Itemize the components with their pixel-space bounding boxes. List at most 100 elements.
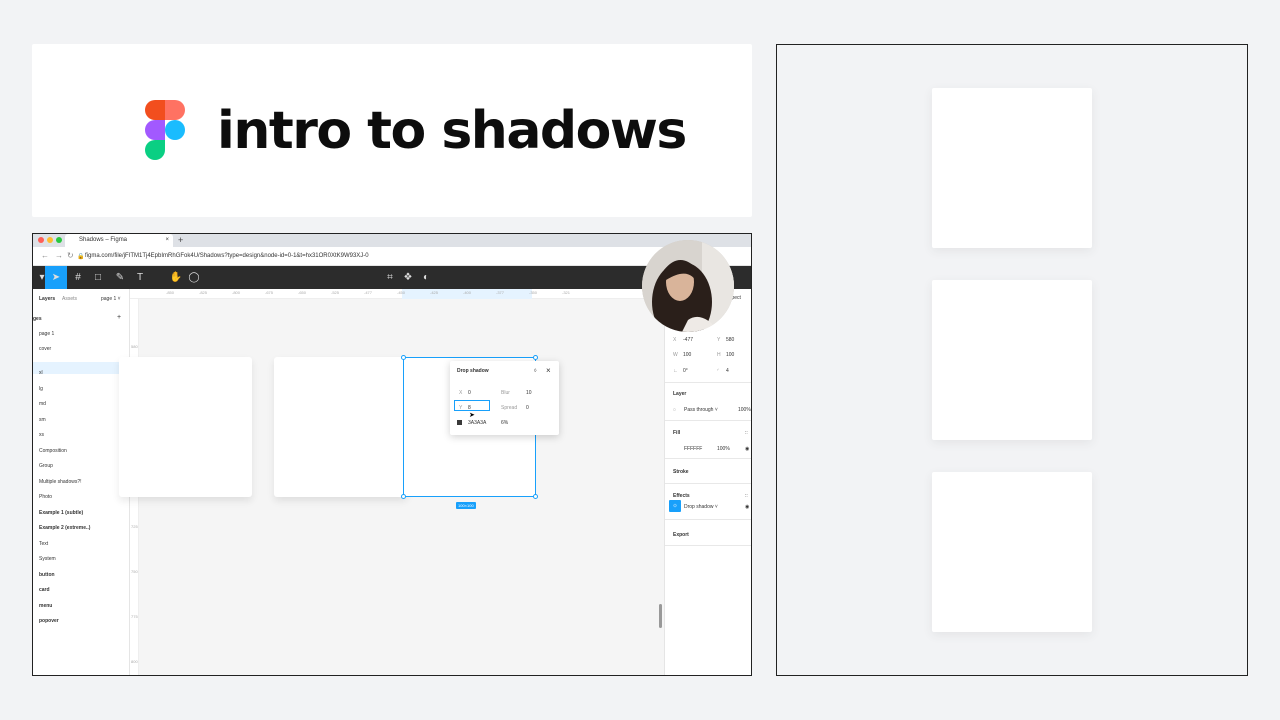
y-value[interactable]: 580 [726,337,734,343]
figma-canvas[interactable]: 100×100 Drop shadow ◊ × X 0 Blur 10 Y 8 … [119,299,664,675]
ruler-tick-label: -400 [463,290,472,295]
close-icon[interactable]: × [546,366,551,375]
layer-item[interactable]: menu [39,603,52,609]
shadow-opacity[interactable]: 6% [501,420,508,426]
layer-item[interactable]: Multiple shadows?! [39,479,82,485]
layer-item[interactable]: System [39,556,56,562]
contrast-icon[interactable]: ◐ [419,271,433,285]
close-window-dot[interactable] [38,237,44,243]
tab-layers[interactable]: Layers [39,296,55,302]
effects-header: Effects [673,493,690,499]
selected-layer-highlight [33,362,130,374]
shadow-color-hex[interactable]: 3A3A3A [468,420,486,426]
shadow-color-swatch[interactable] [457,420,462,425]
layer-item[interactable]: Photo [39,494,52,500]
text-tool-icon[interactable]: T [133,271,147,285]
ruler-tick-label: -477 [364,290,373,295]
resize-handle[interactable] [533,355,538,360]
fill-header: Fill [673,430,681,436]
webcam-overlay [642,240,734,332]
shadow-frame[interactable] [119,357,252,497]
tab-close-icon[interactable]: × [165,237,169,243]
blur-input[interactable]: 10 [526,390,532,396]
resize-handle[interactable] [533,494,538,499]
layer-item[interactable]: Composition [39,448,67,454]
canvas-scrollbar[interactable] [659,604,662,628]
layer-item[interactable]: lg [39,386,43,392]
ruler-tick-label: 580 [131,344,138,349]
popup-style-icon[interactable]: ◊ [534,368,536,374]
ruler-tick-label: 750 [131,569,138,574]
rotation-icon: ∟ [673,368,678,374]
pages-header: ges [33,316,42,322]
ruler-tick-label: -675 [265,290,274,295]
shape-tool-icon[interactable]: □ [91,271,105,285]
minimize-window-dot[interactable] [47,237,53,243]
fill-hex[interactable]: FFFFFF [684,446,702,452]
effect-visibility-icon[interactable]: ◉ [745,504,749,510]
hand-tool-icon[interactable]: ✋ [169,271,183,285]
tab-assets[interactable]: Assets [62,296,77,302]
effect-type-select[interactable]: Drop shadow ˅ [684,504,718,510]
h-value[interactable]: 100 [726,352,734,358]
ruler-tick-label: 775 [131,614,138,619]
forward-arrow-icon[interactable]: → [55,251,63,260]
back-arrow-icon[interactable]: ← [41,251,49,260]
frame-tool-icon[interactable]: # [71,271,85,285]
add-page-button[interactable]: + [117,314,121,321]
reload-icon[interactable]: ↻ [67,251,74,260]
page-title: intro to shadows [217,101,687,161]
page-item[interactable]: page 1 [39,331,54,337]
component-icon[interactable]: ❖ [401,271,415,285]
maximize-window-dot[interactable] [56,237,62,243]
properties-panel: spect X -477 Y 580 W 100 H 100 ∟ 0° ◜ 4 … [664,289,751,675]
layer-item[interactable]: Example 2 (extreme..) [39,525,90,531]
layer-item[interactable]: sm [39,417,46,423]
resize-handle[interactable] [401,494,406,499]
pen-tool-icon[interactable]: ✎ [113,271,127,285]
move-tool-icon[interactable]: ➤ [45,266,67,289]
new-tab-button[interactable]: + [178,235,183,245]
layer-item[interactable]: Example 1 (subtle) [39,510,83,516]
crop-icon[interactable]: ⌗ [383,271,397,285]
layer-header: Layer [673,391,687,397]
w-value[interactable]: 100 [683,352,691,358]
effect-settings-icon[interactable]: ☼ [669,500,681,512]
y-label: Y [459,405,463,411]
layer-item[interactable]: Text [39,541,48,547]
layer-opacity[interactable]: 100% [738,407,751,413]
fill-opacity[interactable]: 100% [717,446,730,452]
x-input[interactable]: 0 [468,390,471,396]
corner-radius-value[interactable]: 4 [726,368,729,374]
spread-input[interactable]: 0 [526,405,529,411]
layer-item[interactable]: popover [39,618,59,624]
ruler-tick-label: -825 [199,290,208,295]
resize-handle[interactable] [401,355,406,360]
fill-style-icon[interactable]: :: [745,430,748,436]
layer-item[interactable]: xl [39,370,43,376]
shadow-card-example [932,280,1092,440]
effects-style-icon[interactable]: :: [745,493,748,499]
ruler-tick-label: -321 [562,290,571,295]
layer-item[interactable]: card [39,587,50,593]
tab-title: Shadows – Figma [79,237,128,243]
page-item[interactable]: cover [39,346,51,352]
divider [665,545,751,546]
browser-tabbar: Shadows – Figma × + [33,234,751,247]
page-selector[interactable]: page 1 ˅ [101,296,121,302]
comment-tool-icon[interactable]: ◯ [187,271,201,285]
layer-item[interactable]: xs [39,432,44,438]
shadow-frame[interactable] [274,357,407,497]
fill-visibility-icon[interactable]: ◉ [745,446,749,452]
ruler-tick-label: -425 [430,290,439,295]
layer-item[interactable]: button [39,572,55,578]
x-value[interactable]: -477 [683,337,693,343]
browser-tab[interactable]: Shadows – Figma × [65,234,173,247]
export-header: Export [673,532,689,538]
blend-mode-select[interactable]: Pass through ˅ [684,407,718,413]
rotation-value[interactable]: 0° [683,368,688,374]
lock-icon: 🔒 [77,254,85,260]
layer-item[interactable]: Group [39,463,53,469]
url-field[interactable]: figma.com/file/jFITM1Tj4EpbImRhGFok4U/Sh… [85,253,369,259]
layer-item[interactable]: md [39,401,46,407]
